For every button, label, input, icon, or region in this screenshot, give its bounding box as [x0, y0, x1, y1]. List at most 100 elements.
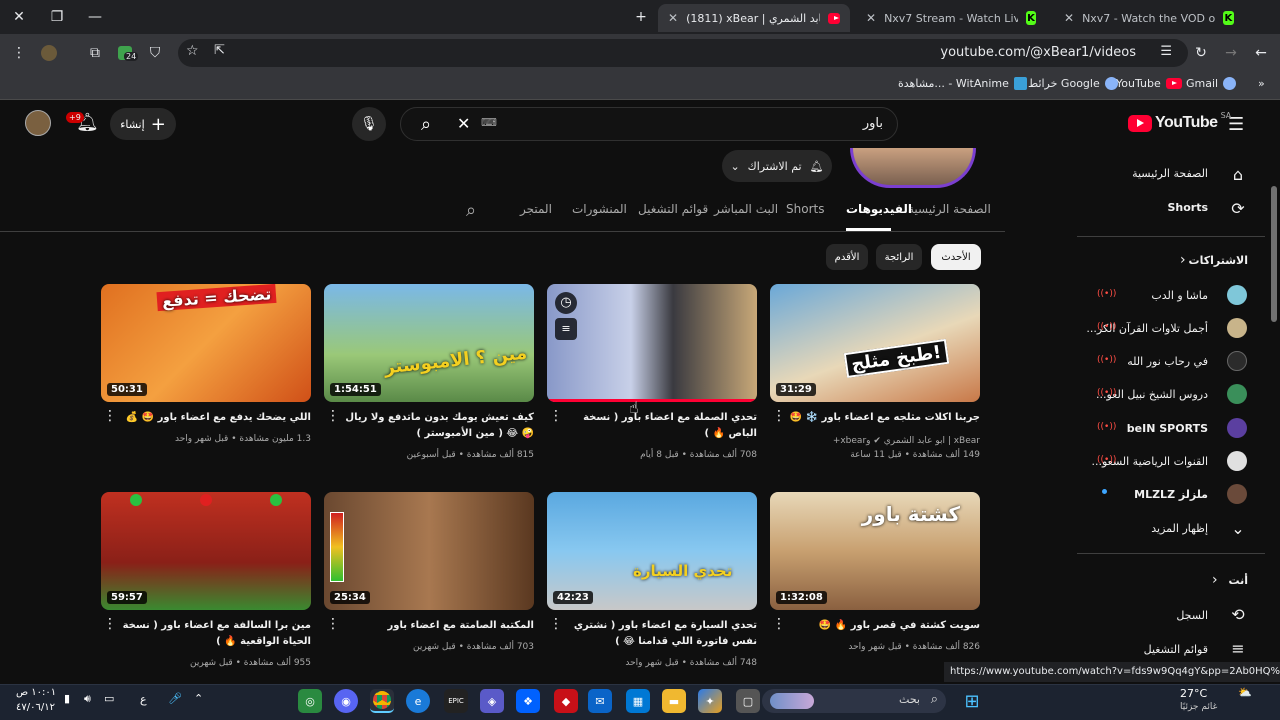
input-language[interactable]: ع — [140, 693, 147, 706]
bookmark-youtube[interactable]: YouTube — [1116, 77, 1182, 90]
video-card[interactable]: كشتة باور 1:32:08 سويت كشتة في قصر باور … — [770, 492, 980, 672]
shorts-icon[interactable]: ⟳ — [1228, 198, 1248, 218]
video-title[interactable]: كيف تعيش يومك بدون ماتدفع ولا ريال 🤪 😂 (… — [339, 410, 534, 442]
edge-icon[interactable]: e — [406, 689, 430, 713]
video-thumbnail[interactable]: كشتة باور 1:32:08 — [770, 492, 980, 610]
video-card[interactable]: تضحك = تدفع 50:31 اللي يضحك يدفع مع اعضا… — [101, 284, 311, 464]
forward-icon[interactable]: → — [1220, 42, 1242, 64]
subscribed-button[interactable]: ⌄ تم الاشتراك 🔔︎ — [722, 150, 832, 182]
more-options-icon[interactable]: ⋮ — [103, 617, 117, 631]
chip-latest[interactable]: الأحدث — [931, 244, 981, 270]
dropbox-icon[interactable]: ❖ — [516, 689, 540, 713]
video-thumbnail[interactable]: تحدي السيارة 42:23 — [547, 492, 757, 610]
discord-icon[interactable]: ◉ — [334, 689, 358, 713]
mic-icon[interactable]: 🎤︎ — [168, 692, 182, 705]
extension-badge-icon[interactable]: 24 — [114, 42, 139, 64]
bookmark-witanime[interactable]: مشاهدة... - WitAnime — [898, 77, 1027, 90]
clear-search-icon[interactable]: ✕ — [457, 114, 470, 133]
clock-date[interactable]: ٤٧/٠٦/١٢ — [16, 702, 55, 713]
red-app-icon[interactable]: ◆ — [554, 689, 578, 713]
tab-videos[interactable]: الفيديوهات — [846, 202, 912, 216]
whatsapp-icon[interactable]: ◎ — [298, 689, 322, 713]
bookmark-star-icon[interactable]: ☆ — [186, 43, 199, 59]
video-thumbnail[interactable]: ◷ ≡ — [547, 284, 757, 402]
back-icon[interactable]: ← — [1250, 42, 1272, 64]
account-avatar[interactable] — [25, 110, 51, 136]
chevron-right-icon[interactable]: › — [1180, 252, 1186, 268]
more-options-icon[interactable]: ⋮ — [772, 409, 786, 423]
tab-close-icon[interactable]: ✕ — [866, 11, 876, 25]
more-options-icon[interactable]: ⋮ — [772, 617, 786, 631]
sidebar-subscription-item[interactable]: beIN SPORTS — [1127, 422, 1208, 435]
bookmark-gmail[interactable]: Gmail — [1186, 77, 1237, 90]
video-thumbnail[interactable]: مين ؟ الامبوستر 1:54:51 — [324, 284, 534, 402]
video-title[interactable]: اللي يضحك يدفع مع اعضاء باور 🤩 💰 — [116, 410, 311, 426]
sidebar-item-playlists[interactable]: قوائم التشغيل — [1144, 643, 1208, 656]
add-to-queue-icon[interactable]: ≡ — [555, 318, 577, 340]
video-card[interactable]: 59:57 مين برا السالفة مع اعضاء باور ( نس… — [101, 492, 311, 672]
sidebar-subscriptions-title[interactable]: الاشتراكات — [1189, 254, 1248, 267]
url-text[interactable]: youtube.com/@xBear1/videos — [940, 45, 1136, 60]
home-icon[interactable]: ⌂ — [1228, 164, 1248, 184]
tab-playlists[interactable]: قوائم التشغيل — [638, 202, 708, 216]
clock-time[interactable]: ١٠:٠١ ص — [16, 687, 56, 698]
video-title[interactable]: تحدي السيارة مع اعضاء باور ( نشتري نفس ف… — [562, 618, 757, 650]
battery-icon[interactable]: ▮ — [64, 692, 70, 705]
sidebar-you-title[interactable]: أنت — [1228, 574, 1248, 587]
file-explorer-icon[interactable]: ▬ — [662, 689, 686, 713]
extensions-icon[interactable]: ⧉ — [84, 42, 106, 64]
create-button[interactable]: إنشاء + — [110, 108, 176, 140]
reload-icon[interactable]: ↻ — [1190, 42, 1212, 64]
playlists-icon[interactable]: ≡ — [1228, 638, 1248, 658]
video-card[interactable]: تحدي السيارة 42:23 تحدي السيارة مع اعضاء… — [547, 492, 757, 672]
video-thumbnail[interactable]: 59:57 — [101, 492, 311, 610]
more-options-icon[interactable]: ⋮ — [103, 409, 117, 423]
video-card[interactable]: 25:34 المكتبة الصامتة مع اعضاء باور 703 … — [324, 492, 534, 672]
tab-home[interactable]: الصفحة الرئيسية — [908, 202, 991, 216]
youtube-logo[interactable]: YouTube SA — [1128, 111, 1231, 132]
tab-posts[interactable]: المنشورات — [572, 202, 627, 216]
profile-icon[interactable] — [38, 42, 60, 64]
browser-tab-kick-stream[interactable]: ✕ Nxv7 Stream - Watch Live on Kick K — [856, 4, 1046, 32]
close-window-icon[interactable]: ✕ — [0, 0, 38, 34]
windows-start-icon[interactable]: ⊞ — [960, 689, 984, 713]
display-icon[interactable]: ▭ — [104, 692, 114, 705]
tab-live[interactable]: البث المباشر — [714, 202, 778, 216]
sidebar-subscription-item[interactable]: في رحاب نور الله — [1127, 355, 1208, 368]
share-icon[interactable]: ⇱ — [214, 43, 225, 58]
shield-icon[interactable]: ⛉ — [144, 42, 166, 64]
taskbar-search[interactable]: بحث ⌕ — [762, 689, 946, 713]
video-card[interactable]: مين ؟ الامبوستر 1:54:51 كيف تعيش يومك بد… — [324, 284, 534, 464]
microsoft-store-icon[interactable]: ▦ — [626, 689, 650, 713]
epic-games-icon[interactable]: EPIC — [444, 689, 468, 713]
volume-icon[interactable]: 🔊︎ — [84, 692, 91, 706]
address-bar[interactable]: ☆ ⇱ youtube.com/@xBear1/videos ☰ — [178, 39, 1188, 67]
task-view-icon[interactable]: ▢ — [736, 689, 760, 713]
new-tab-icon[interactable]: + — [622, 0, 660, 34]
video-channel[interactable]: xBear | ابو عابد الشمري ✔ وxbear+ — [833, 436, 980, 446]
video-card[interactable]: طبخ مثلج! 31:29 جربنا اكلات مثلجه مع اعض… — [770, 284, 980, 464]
video-title[interactable]: جربنا اكلات مثلجه مع اعضاء باور ❄️ 🤩 — [785, 410, 980, 426]
channel-search-icon[interactable]: ⌕ — [466, 200, 476, 221]
more-options-icon[interactable]: ⋮ — [549, 617, 563, 631]
bookmark-google-maps[interactable]: خرائط Google — [1028, 77, 1118, 90]
browser-tab-youtube[interactable]: ✕ (1811) xBear | ابو عابد الشمري - Y — [658, 4, 850, 32]
browser-menu-icon[interactable]: ⋮ — [8, 42, 30, 64]
video-card[interactable]: ◷ ≡ تحدي الصملة مع اعضاء باور ( نسخة الب… — [547, 284, 757, 464]
history-icon[interactable]: ⟲ — [1228, 604, 1248, 624]
weather-icon[interactable]: ⛅ — [1238, 686, 1262, 716]
more-options-icon[interactable]: ⋮ — [549, 409, 563, 423]
bookmarks-more-icon[interactable]: » — [1258, 77, 1265, 90]
more-options-icon[interactable]: ⋮ — [326, 409, 340, 423]
sidebar-subscription-item[interactable]: ملزلز MLZLZ — [1134, 488, 1208, 501]
chrome-icon[interactable] — [370, 689, 394, 713]
video-title[interactable]: المكتبة الصامتة مع اعضاء باور — [339, 618, 534, 634]
outlook-icon[interactable]: ✉ — [588, 689, 612, 713]
sidebar-subscription-item[interactable]: ماشا و الدب — [1151, 289, 1208, 302]
tab-close-icon[interactable]: ✕ — [668, 11, 678, 25]
sidebar-show-more[interactable]: إظهار المزيد — [1151, 522, 1208, 535]
chevron-down-icon[interactable]: ⌄ — [1228, 518, 1248, 538]
video-thumbnail[interactable]: تضحك = تدفع 50:31 — [101, 284, 311, 402]
search-box[interactable]: باور ⌨ ✕ — [400, 107, 898, 141]
tab-store[interactable]: المتجر — [520, 202, 552, 216]
